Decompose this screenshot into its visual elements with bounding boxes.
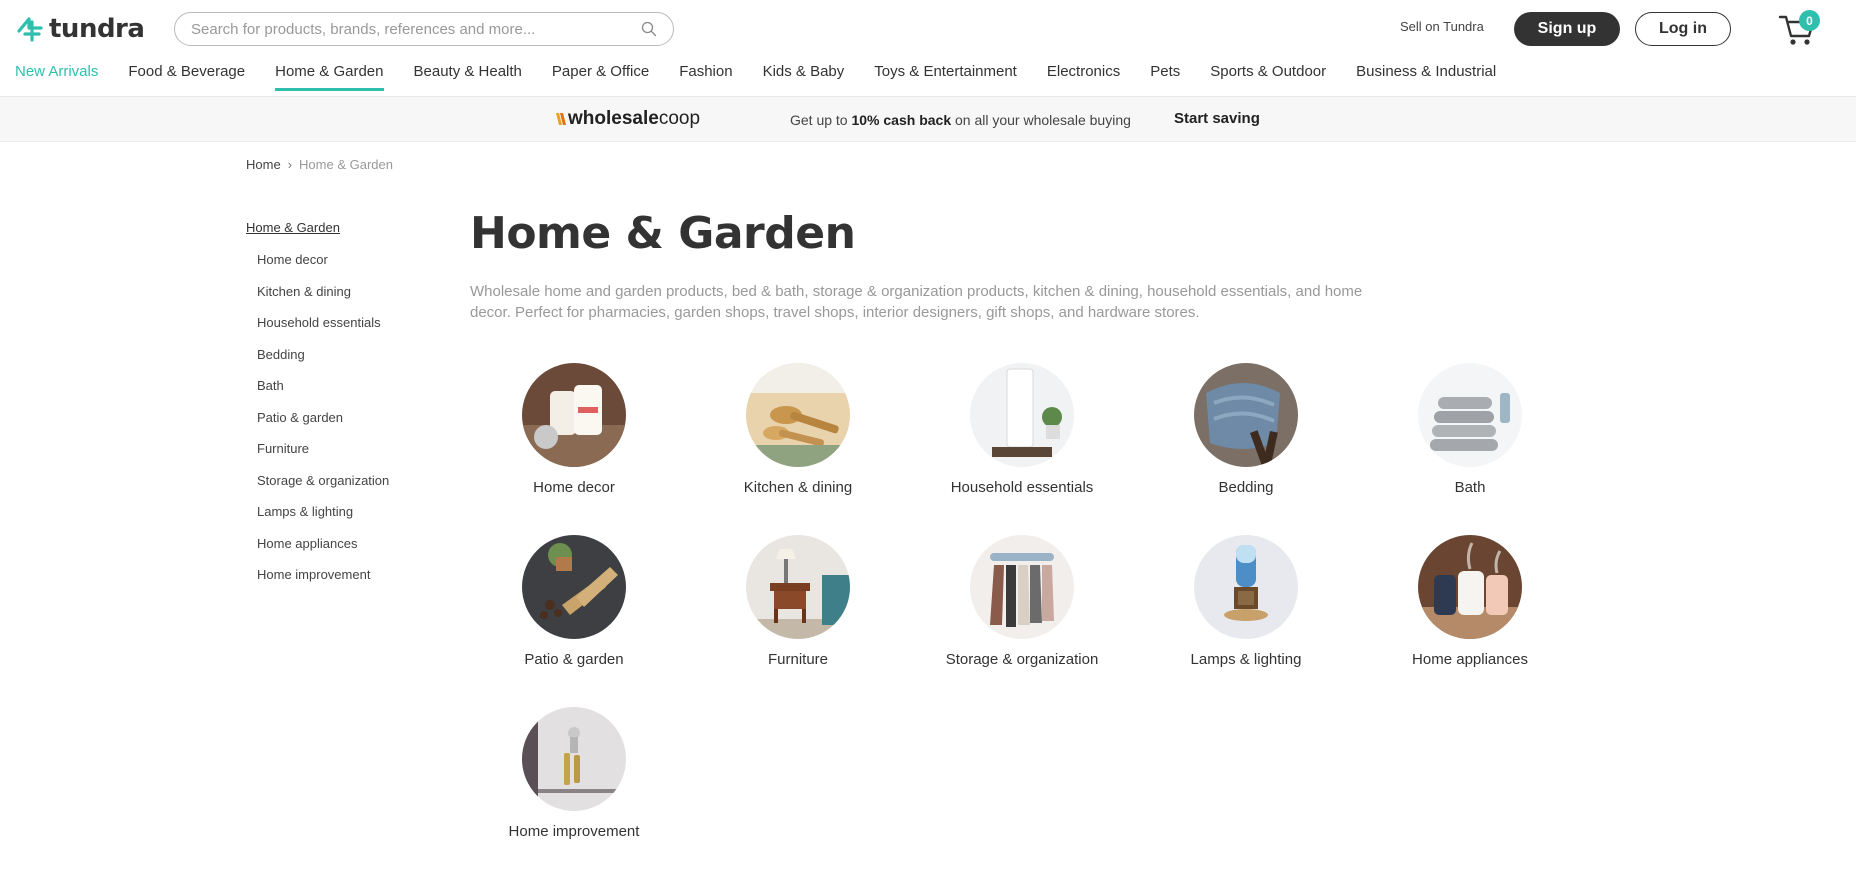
- breadcrumb-home[interactable]: Home: [246, 157, 281, 172]
- household-essentials-image: [970, 363, 1074, 467]
- lamps-lighting-image: [1194, 535, 1298, 639]
- cart-count-badge: 0: [1799, 10, 1820, 31]
- category-label: Furniture: [767, 651, 829, 668]
- site-header: tundra Sell on Tundra Sign up Log in 0 N…: [0, 0, 1856, 97]
- sell-on-tundra-link[interactable]: Sell on Tundra: [1400, 19, 1484, 34]
- category-sidebar: Home & Garden Home decor Kitchen & dinin…: [246, 220, 389, 599]
- page-title: Home & Garden: [470, 208, 856, 259]
- start-saving-link[interactable]: Start saving: [1174, 110, 1260, 127]
- nav-electronics[interactable]: Electronics: [1047, 60, 1120, 91]
- breadcrumb: Home › Home & Garden: [246, 157, 393, 172]
- page-description: Wholesale home and garden products, bed …: [470, 283, 1363, 321]
- category-card-bedding[interactable]: Bedding: [1146, 363, 1346, 496]
- category-card-storage-organization[interactable]: Storage & organization: [922, 535, 1122, 668]
- promo-banner[interactable]: wholesale coop Get up to 10% cash back on…: [0, 97, 1856, 142]
- category-label: Storage & organization: [945, 651, 1099, 668]
- sidebar-item-household-essentials[interactable]: Household essentials: [246, 315, 389, 347]
- category-card-home-decor[interactable]: Home decor: [474, 363, 674, 496]
- category-nav: New Arrivals Food & Beverage Home & Gard…: [15, 60, 1526, 91]
- category-card-home-appliances[interactable]: Home appliances: [1370, 535, 1570, 668]
- patio-garden-image: [522, 535, 626, 639]
- furniture-image: [746, 535, 850, 639]
- category-label: Home decor: [533, 479, 615, 496]
- sidebar-item-lamps-lighting[interactable]: Lamps & lighting: [246, 504, 389, 536]
- sidebar-item-bedding[interactable]: Bedding: [246, 347, 389, 379]
- sidebar-item-furniture[interactable]: Furniture: [246, 441, 389, 473]
- sidebar-item-storage-organization[interactable]: Storage & organization: [246, 473, 389, 505]
- nav-sports-outdoor[interactable]: Sports & Outdoor: [1210, 60, 1326, 91]
- nav-beauty-health[interactable]: Beauty & Health: [414, 60, 522, 91]
- promo-text-bold: 10% cash back: [851, 112, 952, 128]
- bedding-image: [1194, 363, 1298, 467]
- home-appliances-image: [1418, 535, 1522, 639]
- category-card-kitchen-dining[interactable]: Kitchen & dining: [698, 363, 898, 496]
- nav-business-industrial[interactable]: Business & Industrial: [1356, 60, 1496, 91]
- breadcrumb-separator: ›: [287, 157, 293, 172]
- promo-text-after: on all your wholesale buying: [951, 112, 1131, 128]
- category-label: Lamps & lighting: [1190, 651, 1302, 668]
- category-card-household-essentials[interactable]: Household essentials: [922, 363, 1122, 496]
- storage-organization-image: [970, 535, 1074, 639]
- logo-wordmark: tundra: [49, 14, 145, 44]
- category-card-patio-garden[interactable]: Patio & garden: [474, 535, 674, 668]
- nav-paper-office[interactable]: Paper & Office: [552, 60, 649, 91]
- nav-pets[interactable]: Pets: [1150, 60, 1180, 91]
- nav-toys-entertainment[interactable]: Toys & Entertainment: [874, 60, 1017, 91]
- sidebar-item-home-appliances[interactable]: Home appliances: [246, 536, 389, 568]
- sign-up-button[interactable]: Sign up: [1514, 12, 1620, 46]
- nav-food-beverage[interactable]: Food & Beverage: [128, 60, 245, 91]
- sidebar-item-patio-garden[interactable]: Patio & garden: [246, 410, 389, 442]
- category-label: Bath: [1454, 479, 1486, 496]
- search-input[interactable]: [191, 20, 641, 38]
- category-label: Bedding: [1218, 479, 1274, 496]
- category-label: Kitchen & dining: [743, 479, 853, 496]
- search-bar[interactable]: [174, 12, 674, 46]
- wholesalecoop-logo: wholesale coop: [555, 108, 700, 130]
- sidebar-item-bath[interactable]: Bath: [246, 378, 389, 410]
- bath-image: [1418, 363, 1522, 467]
- category-label: Home improvement: [508, 823, 640, 840]
- category-card-bath[interactable]: Bath: [1370, 363, 1570, 496]
- sidebar-item-home-decor[interactable]: Home decor: [246, 252, 389, 284]
- category-label: Home appliances: [1412, 651, 1528, 668]
- sidebar-item-home-improvement[interactable]: Home improvement: [246, 567, 389, 599]
- breadcrumb-current: Home & Garden: [299, 157, 393, 172]
- category-card-home-improvement[interactable]: Home improvement: [474, 707, 674, 840]
- promo-text: Get up to 10% cash back on all your whol…: [790, 112, 1131, 128]
- sidebar-item-kitchen-dining[interactable]: Kitchen & dining: [246, 284, 389, 316]
- category-label: Household essentials: [950, 479, 1094, 496]
- tundra-logo-icon: [17, 17, 43, 42]
- wholesalecoop-logo-light: coop: [658, 108, 701, 129]
- sidebar-list: Home decor Kitchen & dining Household es…: [246, 252, 389, 599]
- nav-fashion[interactable]: Fashion: [679, 60, 732, 91]
- category-label: Patio & garden: [524, 651, 624, 668]
- search-icon[interactable]: [641, 21, 657, 37]
- log-in-button[interactable]: Log in: [1635, 12, 1731, 46]
- nav-home-garden[interactable]: Home & Garden: [275, 60, 384, 91]
- kitchen-dining-image: [746, 363, 850, 467]
- category-card-lamps-lighting[interactable]: Lamps & lighting: [1146, 535, 1346, 668]
- tundra-logo[interactable]: tundra: [15, 13, 145, 45]
- promo-text-before: Get up to: [790, 112, 852, 128]
- sidebar-parent-home-garden[interactable]: Home & Garden: [246, 220, 389, 242]
- wholesalecoop-logo-bold: wholesale: [568, 108, 659, 129]
- nav-kids-baby[interactable]: Kids & Baby: [763, 60, 845, 91]
- category-card-furniture[interactable]: Furniture: [698, 535, 898, 668]
- wholesalecoop-mark-icon: [556, 113, 566, 125]
- home-improvement-image: [522, 707, 626, 811]
- nav-new-arrivals[interactable]: New Arrivals: [15, 60, 98, 91]
- home-decor-image: [522, 363, 626, 467]
